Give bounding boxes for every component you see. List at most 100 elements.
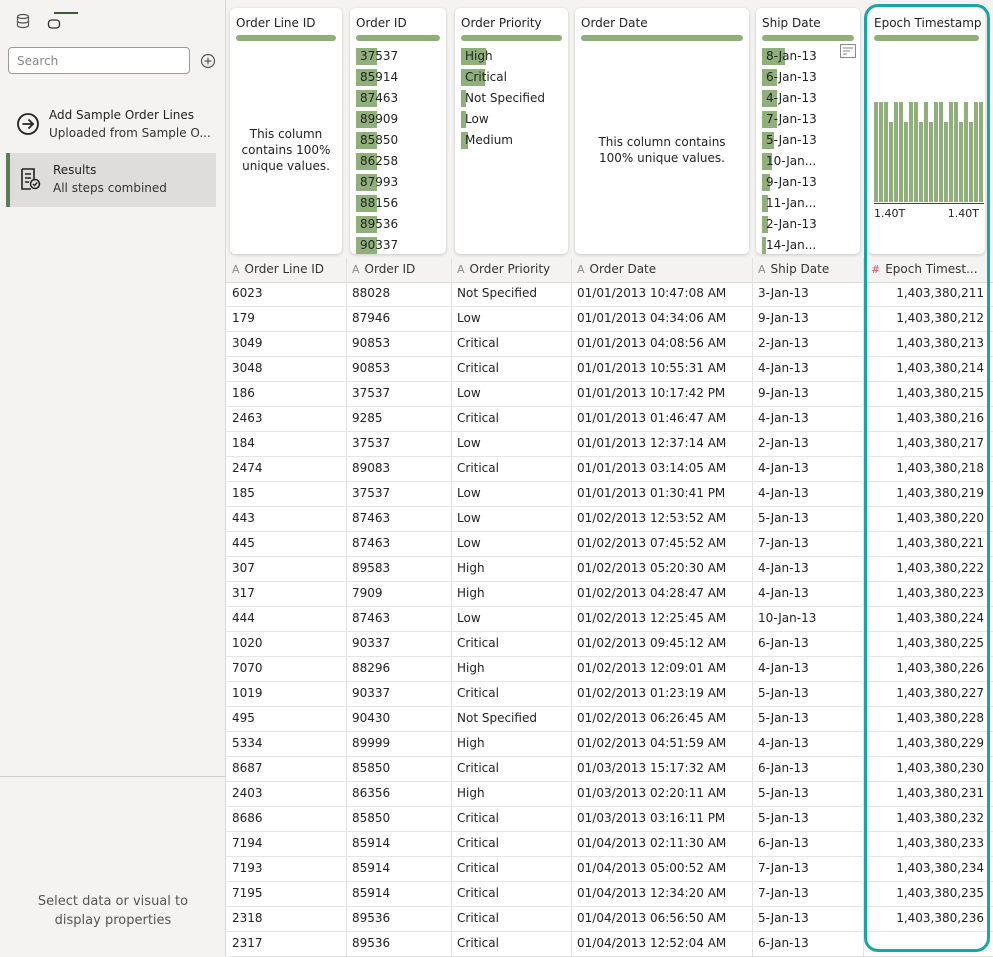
cell-order-date[interactable]: 01/04/2013 05:00:52 AM: [577, 857, 747, 881]
cell-order-id[interactable]: 7909: [352, 582, 447, 606]
cell-ship-date[interactable]: 4-Jan-13: [758, 357, 858, 381]
cell-epoch-timestamp[interactable]: 1,403,380,219: [871, 482, 984, 506]
histogram-bar[interactable]: [889, 122, 893, 202]
cell-order-id[interactable]: 89583: [352, 557, 447, 581]
cell-order-id[interactable]: 86356: [352, 782, 447, 806]
cell-order-line-id[interactable]: 8687: [232, 757, 342, 781]
histogram-bar[interactable]: [949, 102, 953, 202]
cell-order-id[interactable]: 87463: [352, 507, 447, 531]
histogram-bar[interactable]: [959, 122, 963, 202]
cell-order-date[interactable]: 01/02/2013 04:28:47 AM: [577, 582, 747, 606]
cell-ship-date[interactable]: 7-Jan-13: [758, 532, 858, 556]
cell-ship-date[interactable]: 9-Jan-13: [758, 307, 858, 331]
cell-ship-date[interactable]: 10-Jan-13: [758, 607, 858, 631]
histogram-bar[interactable]: [979, 102, 983, 202]
histogram-bar[interactable]: [904, 122, 908, 202]
value-row[interactable]: 89909: [356, 109, 440, 130]
cell-order-id[interactable]: 85850: [352, 757, 447, 781]
cell-epoch-timestamp[interactable]: 1,403,380,223: [871, 582, 984, 606]
cell-order-date[interactable]: 01/02/2013 12:25:45 AM: [577, 607, 747, 631]
table-row[interactable]: 1020 90337 Critical 01/02/2013 09:45:12 AM 6…: [226, 632, 993, 657]
cell-epoch-timestamp[interactable]: 1,403,380,225: [871, 632, 984, 656]
cell-order-priority[interactable]: Critical: [457, 857, 567, 881]
cell-order-id[interactable]: 85850: [352, 807, 447, 831]
histogram-bar[interactable]: [954, 102, 958, 202]
table-row[interactable]: 2318 89536 Critical 01/04/2013 06:56:50 AM 5…: [226, 907, 993, 932]
cell-epoch-timestamp[interactable]: 1,403,380,229: [871, 732, 984, 756]
table-row[interactable]: 3048 90853 Critical 01/01/2013 10:55:31 AM 4…: [226, 357, 993, 382]
cell-epoch-timestamp[interactable]: 1,403,380,230: [871, 757, 984, 781]
table-row[interactable]: 2474 89083 Critical 01/01/2013 03:14:05 AM 4…: [226, 457, 993, 482]
table-row[interactable]: 7195 85914 Critical 01/04/2013 12:34:20 AM 7…: [226, 882, 993, 907]
cell-ship-date[interactable]: 5-Jan-13: [758, 907, 858, 931]
cell-ship-date[interactable]: 5-Jan-13: [758, 782, 858, 806]
cell-ship-date[interactable]: 4-Jan-13: [758, 457, 858, 481]
cell-order-date[interactable]: 01/04/2013 12:52:04 AM: [577, 932, 747, 956]
cell-order-date[interactable]: 01/04/2013 06:56:50 AM: [577, 907, 747, 931]
cell-order-priority[interactable]: Critical: [457, 882, 567, 906]
table-row[interactable]: 185 37537 Low 01/01/2013 01:30:41 PM 4-Jan-1…: [226, 482, 993, 507]
cell-epoch-timestamp[interactable]: 1,403,380,236: [871, 907, 984, 931]
column-card-order-line-id[interactable]: Order Line ID This column contains 100% …: [230, 8, 342, 254]
cell-order-line-id[interactable]: 1019: [232, 682, 342, 706]
column-header-order-date[interactable]: A Order Date: [577, 258, 751, 282]
cell-epoch-timestamp[interactable]: 1,403,380,213: [871, 332, 984, 356]
histogram-bar[interactable]: [939, 102, 943, 202]
histogram-bar[interactable]: [899, 102, 903, 202]
cell-order-priority[interactable]: Low: [457, 382, 567, 406]
histogram-bar[interactable]: [884, 102, 888, 202]
histogram-bar[interactable]: [974, 102, 978, 202]
cell-order-line-id[interactable]: 2317: [232, 932, 342, 956]
value-row[interactable]: 10-Jan...: [762, 151, 854, 172]
cell-epoch-timestamp[interactable]: 1,403,380,212: [871, 307, 984, 331]
cell-order-priority[interactable]: Critical: [457, 682, 567, 706]
cell-order-date[interactable]: 01/02/2013 04:51:59 AM: [577, 732, 747, 756]
table-row[interactable]: 444 87463 Low 01/02/2013 12:25:45 AM 10-Jan-…: [226, 607, 993, 632]
histogram-bar[interactable]: [929, 122, 933, 202]
cell-epoch-timestamp[interactable]: 1,403,380,235: [871, 882, 984, 906]
table-row[interactable]: 317 7909 High 01/02/2013 04:28:47 AM 4-Jan-1…: [226, 582, 993, 607]
cell-order-id[interactable]: 90337: [352, 632, 447, 656]
cell-order-date[interactable]: 01/01/2013 10:17:42 PM: [577, 382, 747, 406]
cell-order-priority[interactable]: Critical: [457, 932, 567, 956]
value-row[interactable]: 85850: [356, 130, 440, 151]
table-row[interactable]: 5334 89999 High 01/02/2013 04:51:59 AM 4-Jan…: [226, 732, 993, 757]
cell-ship-date[interactable]: 6-Jan-13: [758, 757, 858, 781]
cell-order-line-id[interactable]: 7195: [232, 882, 342, 906]
cell-order-date[interactable]: 01/01/2013 10:55:31 AM: [577, 357, 747, 381]
value-row[interactable]: 86258: [356, 151, 440, 172]
value-row[interactable]: Critical: [461, 67, 562, 88]
cell-order-line-id[interactable]: 3048: [232, 357, 342, 381]
cell-order-id[interactable]: 89536: [352, 907, 447, 931]
search-input[interactable]: [8, 47, 190, 74]
histogram-bar[interactable]: [894, 102, 898, 202]
cell-order-line-id[interactable]: 184: [232, 432, 342, 456]
cell-order-line-id[interactable]: 307: [232, 557, 342, 581]
cell-epoch-timestamp[interactable]: 1,403,380,214: [871, 357, 984, 381]
cell-ship-date[interactable]: 6-Jan-13: [758, 832, 858, 856]
histogram-bar[interactable]: [874, 102, 878, 202]
value-row[interactable]: 87463: [356, 88, 440, 109]
steps-panel-tab[interactable]: [43, 13, 65, 35]
cell-order-date[interactable]: 01/01/2013 10:47:08 AM: [577, 282, 747, 306]
value-row[interactable]: 8-Jan-13: [762, 46, 854, 67]
value-row[interactable]: 85914: [356, 67, 440, 88]
cell-order-id[interactable]: 90337: [352, 682, 447, 706]
cell-order-priority[interactable]: Critical: [457, 757, 567, 781]
cell-order-line-id[interactable]: 2318: [232, 907, 342, 931]
cell-order-date[interactable]: 01/01/2013 04:34:06 AM: [577, 307, 747, 331]
histogram-bar[interactable]: [914, 102, 918, 202]
cell-epoch-timestamp[interactable]: 1,403,380,233: [871, 832, 984, 856]
cell-order-priority[interactable]: High: [457, 782, 567, 806]
cell-order-date[interactable]: 01/01/2013 03:14:05 AM: [577, 457, 747, 481]
cell-order-date[interactable]: 01/02/2013 12:09:01 AM: [577, 657, 747, 681]
value-row[interactable]: Medium: [461, 130, 562, 151]
cell-order-id[interactable]: 89536: [352, 932, 447, 956]
cell-order-priority[interactable]: Low: [457, 607, 567, 631]
cell-order-priority[interactable]: Critical: [457, 807, 567, 831]
histogram-bar[interactable]: [924, 102, 928, 202]
cell-epoch-timestamp[interactable]: 1,403,380,232: [871, 807, 984, 831]
cell-ship-date[interactable]: 2-Jan-13: [758, 332, 858, 356]
cell-order-line-id[interactable]: 495: [232, 707, 342, 731]
cell-order-line-id[interactable]: 186: [232, 382, 342, 406]
